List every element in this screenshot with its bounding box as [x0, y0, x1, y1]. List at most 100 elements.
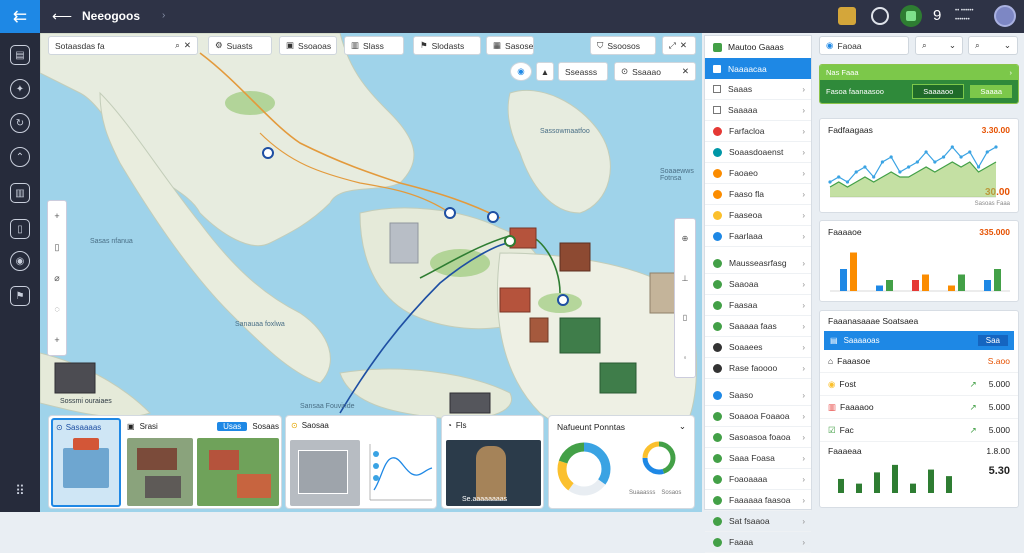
view-button[interactable]: ⊙ Ssaaao ✕ — [614, 62, 696, 81]
data-point — [854, 170, 858, 174]
zoom-out-icon[interactable]: + — [54, 335, 59, 345]
filter-chip[interactable]: ▥ Slass — [344, 36, 404, 55]
data-point — [898, 170, 902, 174]
list-item[interactable]: Sat fsaaoa › — [705, 511, 811, 532]
list-item[interactable]: Soaaoa Foaaoa › — [705, 406, 811, 427]
list-item[interactable]: Faaaa › — [705, 532, 811, 553]
chevron-down-icon[interactable]: ⌄ — [679, 421, 686, 432]
search-input[interactable]: Sotaasdas fa — [55, 41, 105, 51]
globe-icon[interactable] — [871, 7, 889, 25]
status-online-icon[interactable] — [900, 5, 922, 27]
trend-up-icon: ↗ — [969, 424, 977, 435]
filter-chip[interactable]: ⚑ Slodasts — [413, 36, 481, 55]
flag-icon[interactable]: ⚑ — [10, 286, 30, 306]
layers-button[interactable]: ⛉ Ssoosos — [590, 36, 656, 55]
dashboard-icon[interactable]: ▥ — [10, 183, 30, 203]
app-title: Neeogoos — [82, 9, 141, 23]
pin-icon[interactable]: ◌ — [54, 304, 59, 314]
location-pin[interactable] — [444, 207, 456, 219]
place-thumbnail[interactable]: ⊙ Sasaaaas — [51, 418, 121, 507]
map-search-field[interactable]: Sotaasdas fa ⌕ ✕ — [48, 36, 198, 55]
list-item[interactable]: Faaseoa › — [705, 205, 811, 226]
aerial-thumbnail[interactable] — [127, 438, 193, 506]
layers-icon[interactable]: ▤ — [10, 45, 30, 65]
location-pin[interactable] — [504, 235, 516, 247]
tilt-icon[interactable]: ▯ — [683, 313, 687, 322]
bar — [838, 478, 844, 493]
list-item[interactable]: Saaaaa faas › — [705, 316, 811, 337]
chevron-right-icon[interactable]: › — [1010, 68, 1013, 77]
place-card-1[interactable]: ⊙ Sasaaaas ▣ Srasi Usas Sosaas — [48, 415, 282, 509]
list-item[interactable]: Farfacloa › — [705, 121, 811, 142]
rotate-icon[interactable]: ◦ — [684, 353, 687, 362]
list-item[interactable]: Foaoaaaa › — [705, 469, 811, 490]
filter-chip[interactable]: ▦ Sasose — [486, 36, 534, 55]
navigate-icon[interactable]: ⌃ — [10, 147, 30, 167]
list-item[interactable]: Mausseasrfasg › — [705, 253, 811, 274]
chevron-right-icon: › — [802, 453, 805, 463]
north-button[interactable]: ▲ — [536, 62, 554, 81]
list-item[interactable]: Saaas › — [705, 79, 811, 100]
park-area — [225, 91, 275, 115]
expand-button[interactable]: ⤢ ✕ — [662, 36, 696, 55]
location-pin[interactable] — [262, 147, 274, 159]
close-icon[interactable]: ✕ — [184, 40, 191, 51]
pin-icon[interactable]: ⊕ — [682, 234, 689, 243]
route-icon[interactable]: ↻ — [10, 113, 30, 133]
mark-icon[interactable]: ⊥ — [682, 274, 689, 283]
filter-chip[interactable]: ⚙ Suasts — [208, 36, 272, 55]
photo-card[interactable]: ◔ Fls Se.aaaaaaaas — [441, 415, 544, 509]
list-item[interactable]: Rase faoooo › — [705, 358, 811, 379]
green-action-button[interactable]: Saaaaoo — [912, 84, 965, 99]
avatar[interactable] — [994, 5, 1016, 27]
app-logo[interactable]: ⇇ — [0, 0, 40, 33]
list-item-selected[interactable]: Naaaacaa — [705, 58, 811, 79]
photo-thumbnail[interactable]: Se.aaaaaaaas — [446, 440, 541, 506]
list-item[interactable]: Faarlaaa › — [705, 226, 811, 247]
list-item[interactable]: Soaaees › — [705, 337, 811, 358]
list-item[interactable]: Faoaeo › — [705, 163, 811, 184]
place-card-2[interactable]: ⊙ Saosaa — [285, 415, 437, 509]
right-search-button[interactable]: ⌕ ⌄ — [915, 36, 963, 55]
aerial-thumbnail[interactable] — [290, 440, 360, 506]
stats-list-header[interactable]: ▤ Saaaaoas Saa — [824, 331, 1014, 350]
building-green-roof — [599, 362, 637, 394]
user-badge-icon[interactable] — [838, 7, 856, 25]
measure-icon[interactable]: ⌀ — [54, 273, 59, 284]
list-item[interactable]: Saaoaa › — [705, 274, 811, 295]
search-icon[interactable]: ⌕ — [175, 40, 180, 51]
zoom-in-icon[interactable]: + — [54, 211, 59, 221]
grid-icon[interactable]: ⠿ — [10, 481, 30, 501]
layers-icon: ▤ — [830, 336, 838, 345]
filter-icon: ▣ — [286, 40, 295, 50]
aerial-thumbnail[interactable] — [197, 438, 279, 506]
chevron-right-icon: › — [802, 84, 805, 94]
list-item[interactable]: Soaasdoaenst › — [705, 142, 811, 163]
layer-color-icon — [713, 363, 722, 373]
list-item[interactable]: Faasaa › — [705, 295, 811, 316]
filter-chip[interactable]: ▣ Ssoaoas — [279, 36, 337, 55]
list-item[interactable]: Faaso fla › — [705, 184, 811, 205]
explore-icon[interactable]: ✦ — [10, 79, 30, 99]
green-action-button[interactable]: Saaaa — [970, 85, 1012, 98]
location-icon[interactable]: ◉ — [10, 251, 30, 271]
list-item[interactable]: Faaaaaa faasoa › — [705, 490, 811, 511]
locate-button[interactable]: ◉ — [510, 62, 532, 81]
list-item[interactable]: Sasoasoa foaoa › — [705, 427, 811, 448]
list-item[interactable]: Saaso › — [705, 385, 811, 406]
ruler-icon[interactable]: ▯ — [55, 242, 60, 253]
share-button[interactable]: Sseasss — [558, 62, 608, 81]
location-pin[interactable] — [487, 211, 499, 223]
list-item[interactable]: Saaaaa › — [705, 100, 811, 121]
filter-icon: ▥ — [351, 40, 360, 50]
right-filter-chip[interactable]: ◉ Faoaa — [819, 36, 909, 55]
location-pin[interactable] — [557, 294, 569, 306]
document-icon[interactable]: ▯ — [10, 219, 30, 239]
layer-color-icon — [713, 258, 722, 268]
bar — [912, 280, 919, 291]
left-rail: ▤ ✦ ↻ ⌃ ▥ ▯ ◉ ⚑ ⠿ — [0, 33, 40, 512]
notification-count[interactable]: 9 — [933, 7, 941, 24]
right-options-button[interactable]: ⌕ ⌄ — [968, 36, 1018, 55]
list-item[interactable]: Saaa Foasa › — [705, 448, 811, 469]
back-arrow-icon[interactable]: ⟵ — [52, 8, 72, 25]
